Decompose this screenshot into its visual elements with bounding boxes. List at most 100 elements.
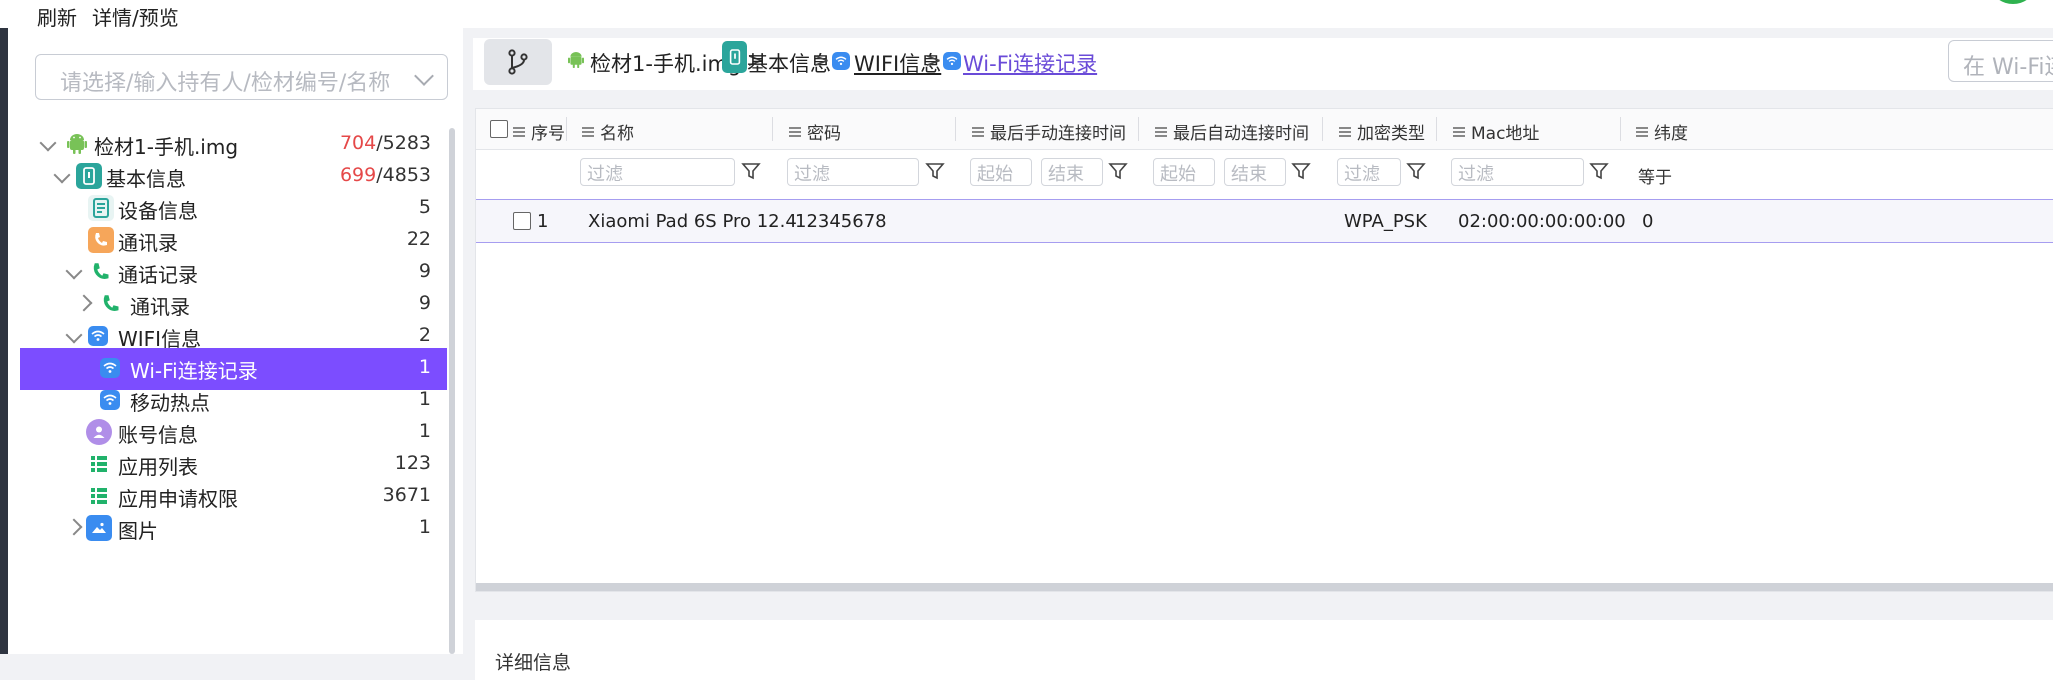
column-divider[interactable]: [1436, 117, 1437, 141]
select-all-checkbox[interactable]: [490, 120, 508, 138]
chevron-down-icon[interactable]: [65, 326, 83, 344]
column-header-mac[interactable]: Mac地址: [1453, 119, 1539, 144]
column-menu-icon: [972, 126, 984, 137]
filter-manual-start-input[interactable]: 起始: [970, 158, 1032, 186]
wifi-icon: [832, 52, 850, 70]
chevron-down-icon[interactable]: [53, 166, 71, 184]
column-header-last-manual[interactable]: 最后手动连接时间: [972, 119, 1126, 144]
filter-icon[interactable]: [1588, 160, 1610, 182]
phone-info-icon: [722, 41, 747, 73]
evidence-tree: 检材1-手机.img 704/5283 基本信息 699/4853 设备信息 5…: [8, 128, 463, 654]
list-icon: [86, 483, 112, 509]
column-header-password[interactable]: 密码: [789, 119, 841, 144]
filter-password-input[interactable]: 过滤: [787, 158, 919, 186]
tree-item-count: 1: [418, 388, 431, 410]
cell-password: 12345678: [795, 211, 887, 232]
cell-index: 1: [537, 211, 549, 232]
chevron-right-icon[interactable]: [65, 518, 83, 536]
column-menu-icon: [513, 126, 525, 137]
tree-item-count: 1: [418, 356, 431, 378]
tree-item-pictures[interactable]: 图片 1: [20, 508, 447, 550]
tree-item-count: 9: [418, 292, 431, 314]
phone-icon: [98, 291, 124, 317]
tree-item-count: 3671: [382, 484, 431, 506]
column-header-index[interactable]: 序号: [513, 119, 565, 144]
filter-icon[interactable]: [1290, 160, 1312, 182]
filter-icon[interactable]: [1405, 160, 1427, 182]
filter-icon[interactable]: [924, 160, 946, 182]
breadcrumb-wifi-connection-records[interactable]: Wi-Fi连接记录: [963, 48, 1097, 78]
phone-icon: [88, 259, 114, 285]
detail-panel: 详细信息: [475, 620, 2053, 680]
column-menu-icon: [1155, 126, 1167, 137]
breadcrumb-separator: >: [925, 48, 942, 72]
grid-filter-row: 过滤 过滤 起始 结束 起始 结束 过滤 过滤 等于: [476, 149, 2053, 200]
refresh-menu[interactable]: 刷新: [37, 2, 77, 31]
horizontal-scrollbar[interactable]: [476, 583, 2053, 591]
tree-item-count: 1: [418, 420, 431, 442]
branch-toggle-button[interactable]: [484, 39, 552, 85]
column-menu-icon: [1636, 126, 1648, 137]
column-menu-icon: [1339, 126, 1351, 137]
owner-select[interactable]: 请选择/输入持有人/检材编号/名称: [35, 54, 448, 100]
cell-mac: 02:00:00:00:00:00: [1458, 211, 1626, 232]
app-status-icon: [1993, 0, 2033, 4]
column-menu-icon: [1453, 126, 1465, 137]
filter-name-input[interactable]: 过滤: [580, 158, 735, 186]
tree-item-count: 22: [406, 228, 431, 250]
column-divider[interactable]: [1620, 117, 1621, 141]
cell-encryption: WPA_PSK: [1344, 211, 1427, 232]
chevron-down-icon: [414, 66, 434, 86]
detail-title: 详细信息: [495, 652, 572, 674]
filter-encryption-input[interactable]: 过滤: [1337, 158, 1401, 186]
search-input[interactable]: 在 Wi-Fi连接记录中搜索: [1948, 40, 2053, 82]
main-content: 检材1-手机.img > 基本信息 > WIFI信息 > Wi-Fi连接记录 在…: [463, 28, 2053, 680]
table-row[interactable]: 1 Xiaomi Pad 6S Pro 12.4 12345678 WPA_PS…: [476, 200, 2053, 243]
column-divider[interactable]: [955, 117, 956, 141]
cell-name: Xiaomi Pad 6S Pro 12.4: [588, 211, 797, 232]
breadcrumb-image[interactable]: 检材1-手机.img: [590, 48, 741, 78]
detail-preview-menu[interactable]: 详情/预览: [92, 2, 179, 31]
row-checkbox[interactable]: [513, 212, 531, 230]
image-icon: [86, 515, 112, 541]
tree-scrollbar[interactable]: [449, 128, 455, 654]
column-divider[interactable]: [1138, 117, 1139, 141]
column-menu-icon: [789, 126, 801, 137]
column-divider[interactable]: [1322, 117, 1323, 141]
column-divider[interactable]: [772, 117, 773, 141]
column-header-latitude[interactable]: 纬度: [1636, 119, 1688, 144]
filter-auto-end-input[interactable]: 结束: [1224, 158, 1286, 186]
filter-mac-input[interactable]: 过滤: [1451, 158, 1584, 186]
filter-icon[interactable]: [1107, 160, 1129, 182]
top-menu-bar: 刷新 详情/预览: [0, 0, 2053, 31]
breadcrumb: 检材1-手机.img > 基本信息 > WIFI信息 > Wi-Fi连接记录 在…: [473, 38, 2053, 90]
filter-auto-start-input[interactable]: 起始: [1153, 158, 1215, 186]
tree-item-count: 699/4853: [339, 164, 431, 186]
tree-item-count: 5: [418, 196, 431, 218]
search-placeholder: 在 Wi-Fi连接记录中搜索: [1963, 55, 2053, 80]
contacts-icon: [88, 227, 114, 253]
wifi-icon: [100, 358, 120, 378]
tree-item-count: 704/5283: [339, 132, 431, 154]
column-header-name[interactable]: 名称: [582, 119, 634, 144]
column-header-last-auto[interactable]: 最后自动连接时间: [1155, 119, 1309, 144]
window-edge: [0, 28, 8, 654]
column-header-encryption[interactable]: 加密类型: [1339, 119, 1425, 144]
chevron-down-icon[interactable]: [65, 262, 83, 280]
git-branch-icon: [508, 49, 528, 75]
user-icon: [86, 419, 112, 445]
chevron-right-icon[interactable]: [75, 294, 93, 312]
owner-select-placeholder: 请选择/输入持有人/检材编号/名称: [60, 71, 391, 96]
breadcrumb-separator: >: [813, 48, 830, 72]
tree-item-count: 2: [418, 324, 431, 346]
android-icon: [64, 131, 90, 157]
filter-icon[interactable]: [740, 160, 762, 182]
tree-item-count: 123: [394, 452, 431, 474]
cell-latitude: 0: [1642, 211, 1654, 232]
filter-latitude-operator[interactable]: 等于: [1638, 163, 1672, 188]
wifi-icon: [943, 52, 961, 70]
column-divider[interactable]: [566, 117, 567, 141]
chevron-down-icon[interactable]: [39, 134, 57, 152]
tree-item-count: 9: [418, 260, 431, 282]
filter-manual-end-input[interactable]: 结束: [1041, 158, 1103, 186]
